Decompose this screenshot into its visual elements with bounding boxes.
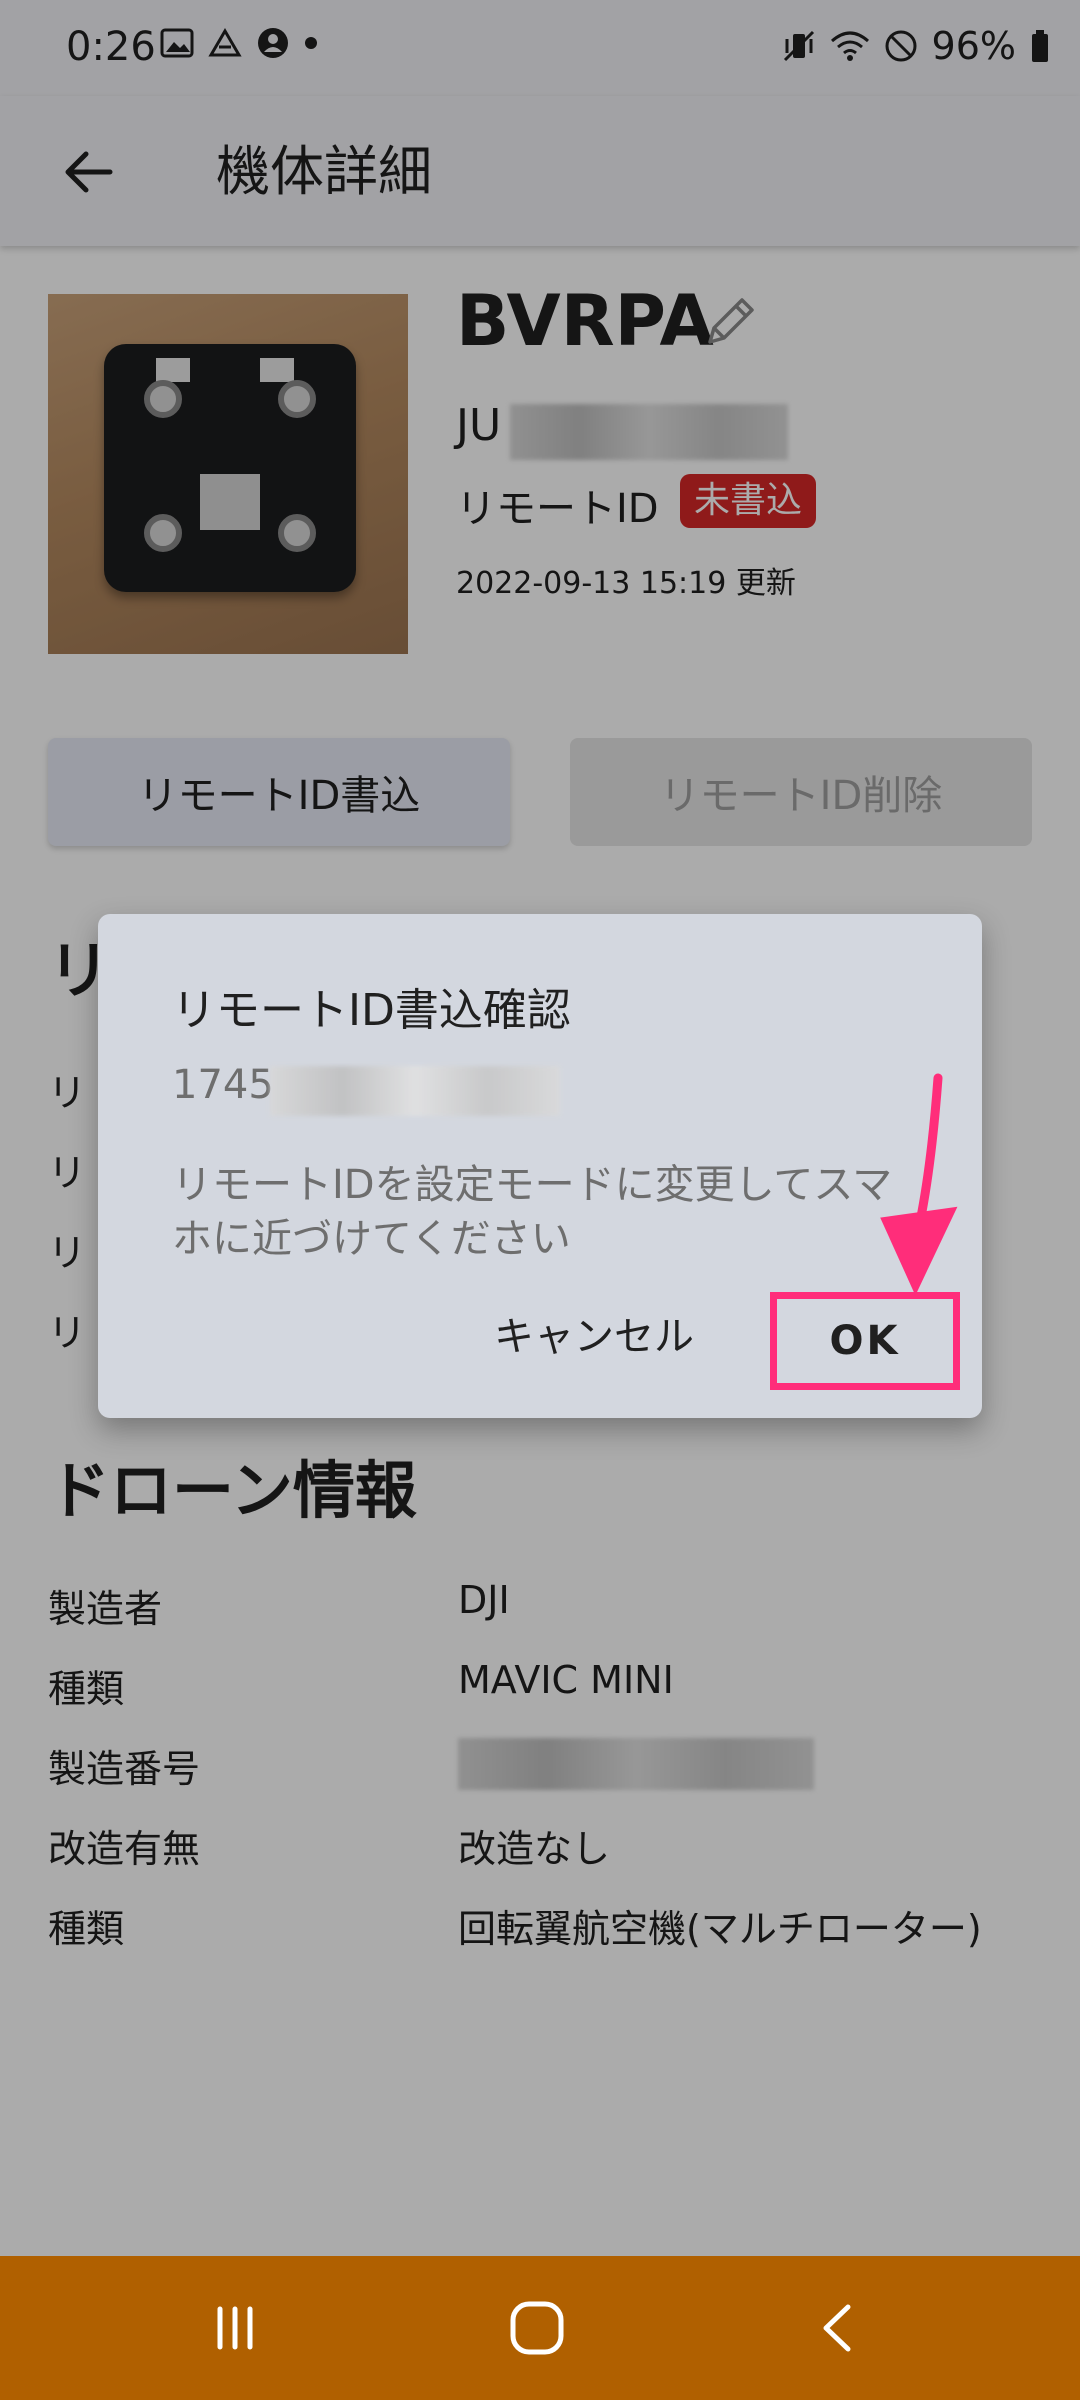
dialog-code-redacted [270, 1066, 560, 1116]
recent-apps-button[interactable] [190, 2292, 280, 2364]
ok-button[interactable]: OK [770, 1292, 960, 1390]
home-icon [510, 2301, 564, 2355]
nav-back-button[interactable] [794, 2292, 884, 2364]
dialog-message: リモートIDを設定モードに変更してスマホに近づけてください [172, 1162, 893, 1262]
dialog-title: リモートID書込確認 [172, 985, 571, 1036]
recent-apps-icon [217, 2306, 253, 2350]
home-button[interactable] [492, 2292, 582, 2364]
dialog-code: 1745 [172, 1062, 274, 1108]
cancel-button[interactable]: キャンセル [494, 1302, 694, 1372]
confirm-dialog: リモートID書込確認 1745 リモートIDを設定モードに変更してスマホに近づけ… [98, 914, 982, 1418]
chevron-left-icon [823, 2304, 851, 2352]
system-nav-bar [0, 2256, 1080, 2400]
dialog-code-prefix: 1745 [172, 1062, 274, 1108]
annotation-arrow-icon [880, 1073, 958, 1296]
